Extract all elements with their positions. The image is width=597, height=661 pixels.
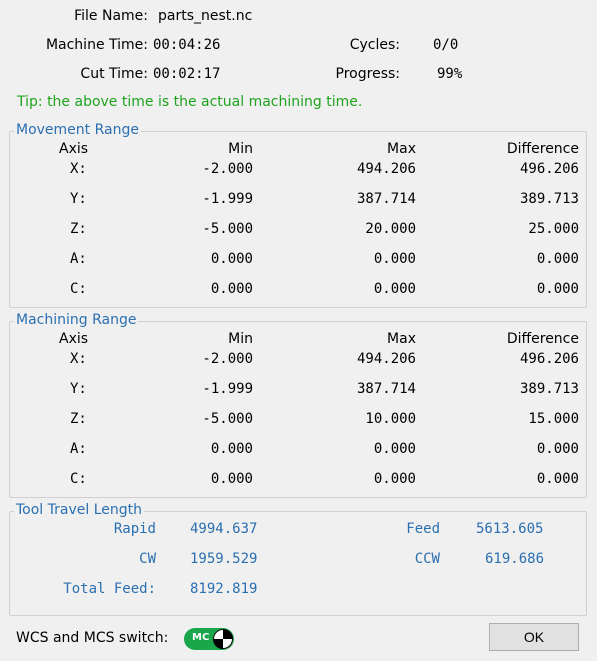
movement-header-max: Max [387, 141, 416, 157]
machining-row-max: 10.000 [365, 411, 416, 427]
cycles-value: 0/0 [433, 37, 459, 53]
machine-time-label: Machine Time: [45, 37, 148, 53]
movement-row-max: 0.000 [373, 281, 416, 297]
rapid-value: 4994.637 [190, 521, 258, 537]
movement-row-min: -2.000 [202, 161, 253, 177]
progress-value: 99% [437, 66, 463, 82]
machining-header-difference: Difference [506, 331, 579, 347]
ccw-label: CCW [414, 551, 440, 567]
movement-header-difference: Difference [506, 141, 579, 157]
movement-header-min: Min [228, 141, 253, 157]
ccw-value: 619.686 [485, 551, 545, 567]
total-feed-value: 8192.819 [190, 581, 258, 597]
machining-header-max: Max [387, 331, 416, 347]
machining-row-min: -1.999 [202, 381, 253, 397]
file-name-label: File Name: [74, 8, 148, 24]
movement-row-difference: 0.000 [536, 281, 579, 297]
machine-time-value: 00:04:26 [153, 37, 221, 53]
machining-header-axis: Axis [59, 331, 89, 347]
machining-row-difference: 496.206 [519, 351, 579, 367]
wcs-mcs-toggle-icon [213, 629, 233, 649]
machining-row-axis: X: [70, 351, 87, 367]
movement-row-min: 0.000 [210, 251, 253, 267]
machining-row-axis: Y: [70, 381, 87, 397]
machining-row-max: 0.000 [373, 441, 416, 457]
machining-row-max: 0.000 [373, 471, 416, 487]
cycles-label: Cycles: [349, 37, 400, 53]
movement-row-difference: 0.000 [536, 251, 579, 267]
movement-row-difference: 25.000 [528, 221, 579, 237]
machining-row-min: 0.000 [210, 471, 253, 487]
wcs-mcs-switch-label: WCS and MCS switch: [16, 630, 169, 646]
machining-row-difference: 0.000 [536, 441, 579, 457]
movement-range-title: Movement Range [14, 122, 141, 138]
movement-row-axis: X: [70, 161, 87, 177]
movement-row-difference: 389.713 [519, 191, 579, 207]
file-name-value: parts_nest.nc [158, 8, 253, 24]
machining-row-axis: C: [70, 471, 87, 487]
machining-row-axis: Z: [70, 411, 87, 427]
cw-label: CW [139, 551, 156, 567]
machining-row-difference: 0.000 [536, 471, 579, 487]
progress-label: Progress: [335, 66, 400, 82]
tool-travel-title: Tool Travel Length [14, 502, 144, 518]
machining-range-title: Machining Range [14, 312, 139, 328]
cut-time-value: 00:02:17 [153, 66, 221, 82]
tip-text: Tip: the above time is the actual machin… [17, 94, 363, 110]
machining-row-difference: 15.000 [528, 411, 579, 427]
cut-time-label: Cut Time: [80, 66, 148, 82]
wcs-mcs-toggle[interactable]: MC [184, 628, 234, 650]
toggle-text: MC [192, 632, 210, 643]
cw-value: 1959.529 [190, 551, 258, 567]
machining-row-min: -2.000 [202, 351, 253, 367]
movement-row-max: 0.000 [373, 251, 416, 267]
machining-header-min: Min [228, 331, 253, 347]
machining-row-min: -5.000 [202, 411, 253, 427]
movement-row-axis: Y: [70, 191, 87, 207]
machining-row-min: 0.000 [210, 441, 253, 457]
movement-row-max: 20.000 [365, 221, 416, 237]
movement-row-axis: C: [70, 281, 87, 297]
machining-row-max: 494.206 [356, 351, 416, 367]
movement-header-axis: Axis [59, 141, 89, 157]
movement-row-min: -5.000 [202, 221, 253, 237]
machining-row-axis: A: [70, 441, 87, 457]
ok-button[interactable]: OK [489, 623, 579, 651]
machining-row-max: 387.714 [356, 381, 416, 397]
total-feed-label: Total Feed: [63, 581, 156, 597]
movement-row-axis: Z: [70, 221, 87, 237]
feed-value: 5613.605 [476, 521, 544, 537]
movement-row-difference: 496.206 [519, 161, 579, 177]
movement-row-max: 387.714 [356, 191, 416, 207]
movement-row-axis: A: [70, 251, 87, 267]
feed-label: Feed [406, 521, 440, 537]
machining-row-difference: 389.713 [519, 381, 579, 397]
movement-row-max: 494.206 [356, 161, 416, 177]
movement-row-min: -1.999 [202, 191, 253, 207]
rapid-label: Rapid [113, 521, 156, 537]
movement-row-min: 0.000 [210, 281, 253, 297]
